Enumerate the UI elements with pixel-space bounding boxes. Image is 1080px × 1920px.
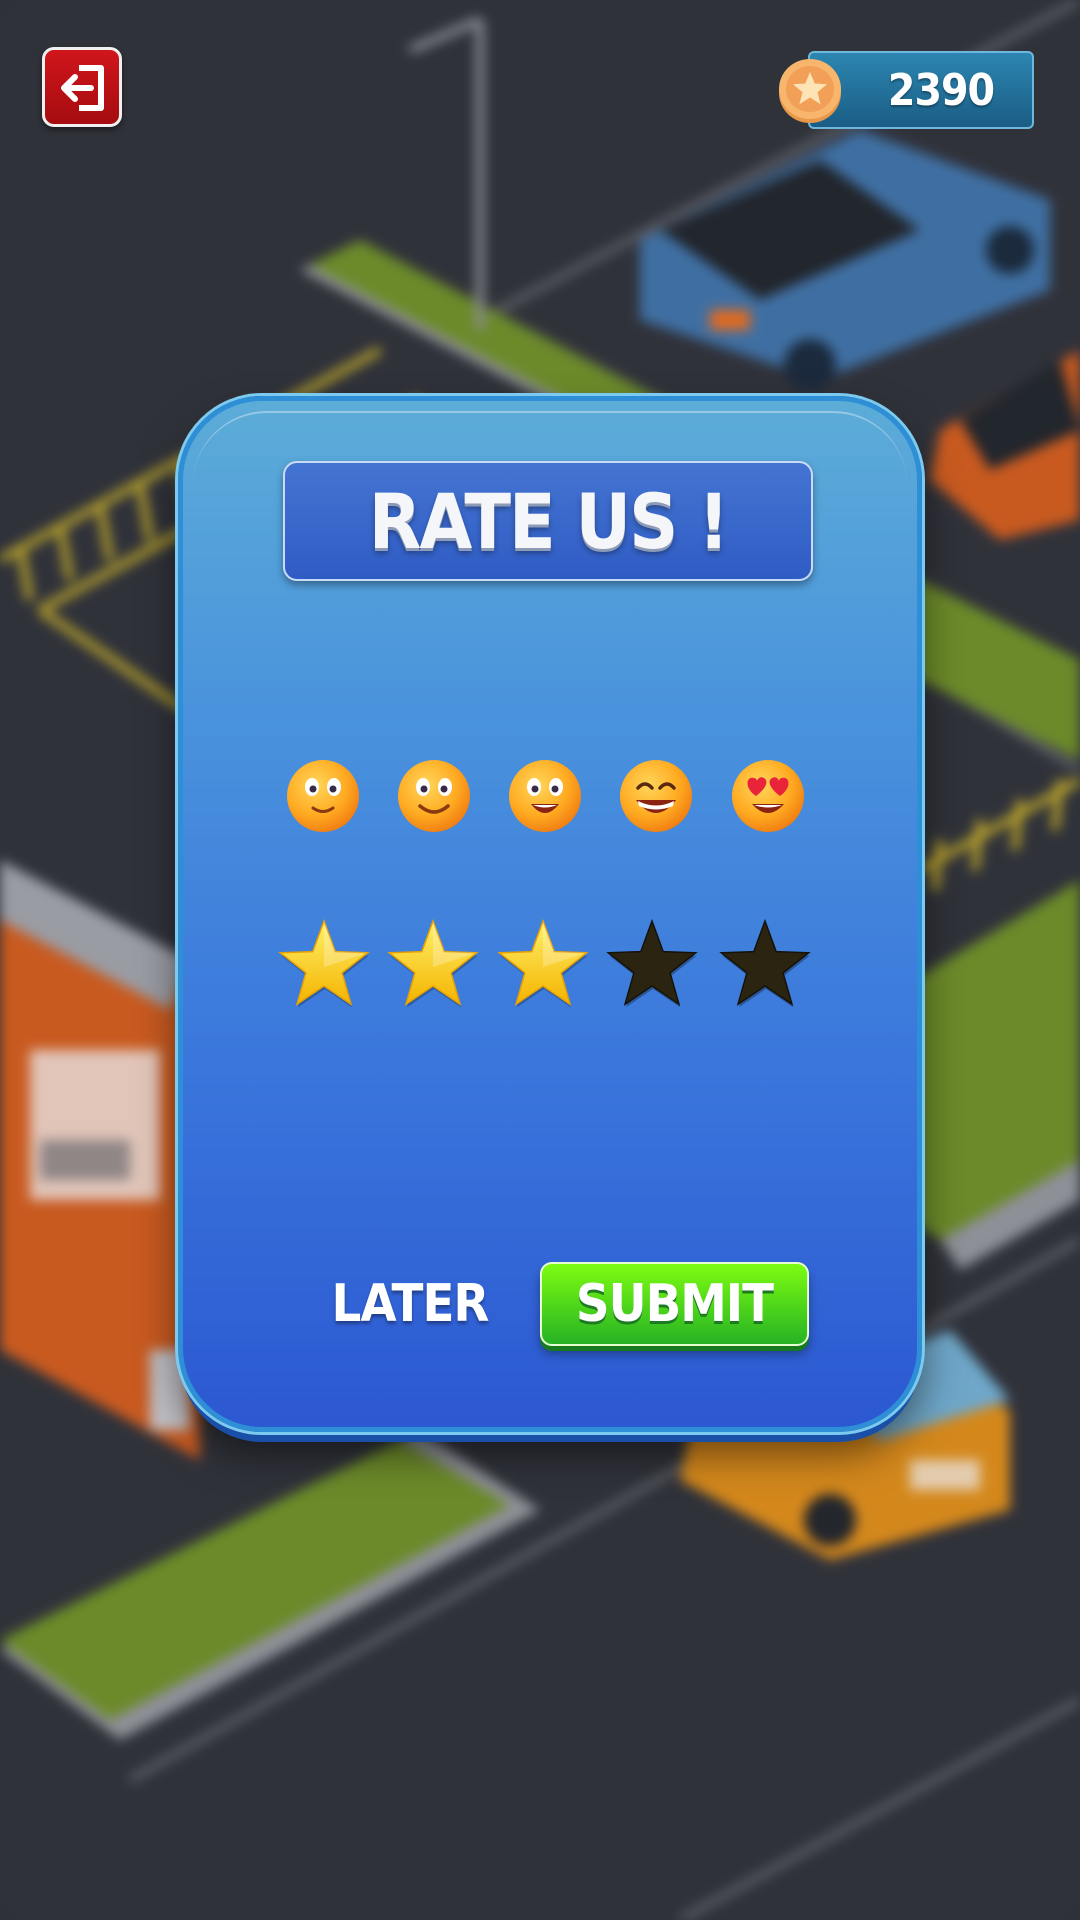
- later-button[interactable]: LATER: [330, 1262, 490, 1346]
- star-empty-icon[interactable]: [716, 914, 814, 1012]
- dialog-title: RATE US !: [368, 476, 730, 566]
- heart-eyes-face-icon: [732, 760, 804, 832]
- logout-icon: [61, 65, 104, 111]
- smile-face-icon: [398, 760, 470, 832]
- coin-star-icon: [779, 59, 841, 123]
- submit-button[interactable]: SUBMIT: [540, 1262, 809, 1346]
- coin-count: 2390: [887, 64, 995, 116]
- big-grin-face-icon: [620, 760, 692, 832]
- star-empty-icon[interactable]: [603, 914, 701, 1012]
- dialog-title-banner: RATE US !: [283, 461, 813, 581]
- slight-smile-face-icon: [287, 760, 359, 832]
- star-filled-icon[interactable]: [494, 914, 592, 1012]
- star-filled-icon[interactable]: [384, 914, 482, 1012]
- grin-face-icon: [509, 760, 581, 832]
- star-filled-icon[interactable]: [275, 914, 373, 1012]
- exit-button[interactable]: [42, 47, 122, 127]
